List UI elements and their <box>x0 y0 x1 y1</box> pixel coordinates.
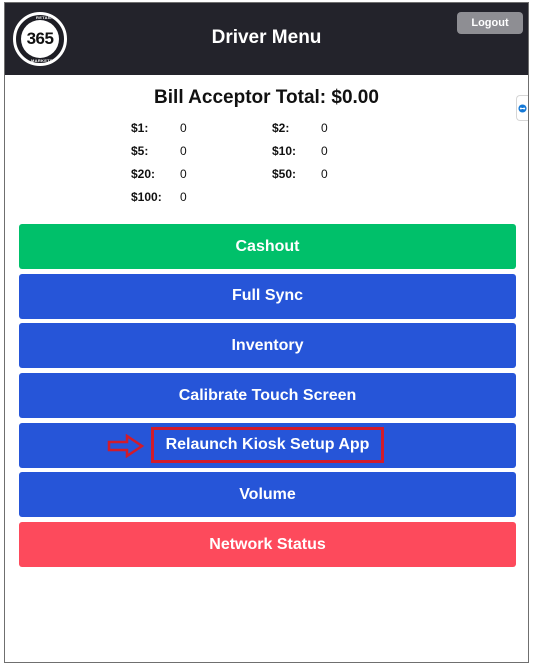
denomination-label: $10: <box>272 144 297 158</box>
denomination-label: $100: <box>131 190 162 204</box>
full-sync-button[interactable]: Full Sync <box>19 273 516 319</box>
inventory-button[interactable]: Inventory <box>19 323 516 369</box>
denomination-label: $1: <box>131 121 149 135</box>
denomination-item: $1: 0 <box>131 121 251 135</box>
kiosk-window: RETAIL 365 MARKETS Driver Menu Logout Bi… <box>4 2 529 663</box>
denomination-item: $20: 0 <box>131 167 251 181</box>
arrow-right-icon <box>107 433 145 458</box>
denomination-value: 0 <box>321 167 328 181</box>
denomination-value: 0 <box>180 144 187 158</box>
header-bar: RETAIL 365 MARKETS Driver Menu Logout <box>5 3 528 75</box>
denomination-item: $100: 0 <box>131 190 251 204</box>
network-status-button[interactable]: Network Status <box>19 522 516 568</box>
denomination-label: $50: <box>272 167 297 181</box>
calibrate-touch-screen-button[interactable]: Calibrate Touch Screen <box>19 373 516 419</box>
denomination-value: 0 <box>321 144 328 158</box>
denomination-label: $2: <box>272 121 290 135</box>
denomination-item: $50: 0 <box>272 167 392 181</box>
bill-acceptor-total: Bill Acceptor Total: $0.00 <box>154 87 379 108</box>
relaunch-label: Relaunch Kiosk Setup App <box>150 427 385 464</box>
cashout-button[interactable]: Cashout <box>19 224 516 269</box>
volume-button[interactable]: Volume <box>19 472 516 518</box>
denomination-value: 0 <box>180 190 187 204</box>
denomination-item: $2: 0 <box>272 121 392 135</box>
denomination-label: $5: <box>131 144 149 158</box>
denomination-value: 0 <box>321 121 328 135</box>
logout-button[interactable]: Logout <box>457 12 523 34</box>
denomination-label: $20: <box>131 167 156 181</box>
action-buttons: Cashout Full Sync Inventory Calibrate To… <box>19 224 516 572</box>
denomination-item: $10: 0 <box>272 144 392 158</box>
logo-bottom-text: MARKETS <box>31 58 53 63</box>
denomination-value: 0 <box>180 167 187 181</box>
page-title: Driver Menu <box>211 27 322 48</box>
relaunch-kiosk-setup-app-button[interactable]: Relaunch Kiosk Setup App <box>19 422 516 468</box>
denomination-value: 0 <box>180 121 187 135</box>
denomination-item: $5: 0 <box>131 144 251 158</box>
